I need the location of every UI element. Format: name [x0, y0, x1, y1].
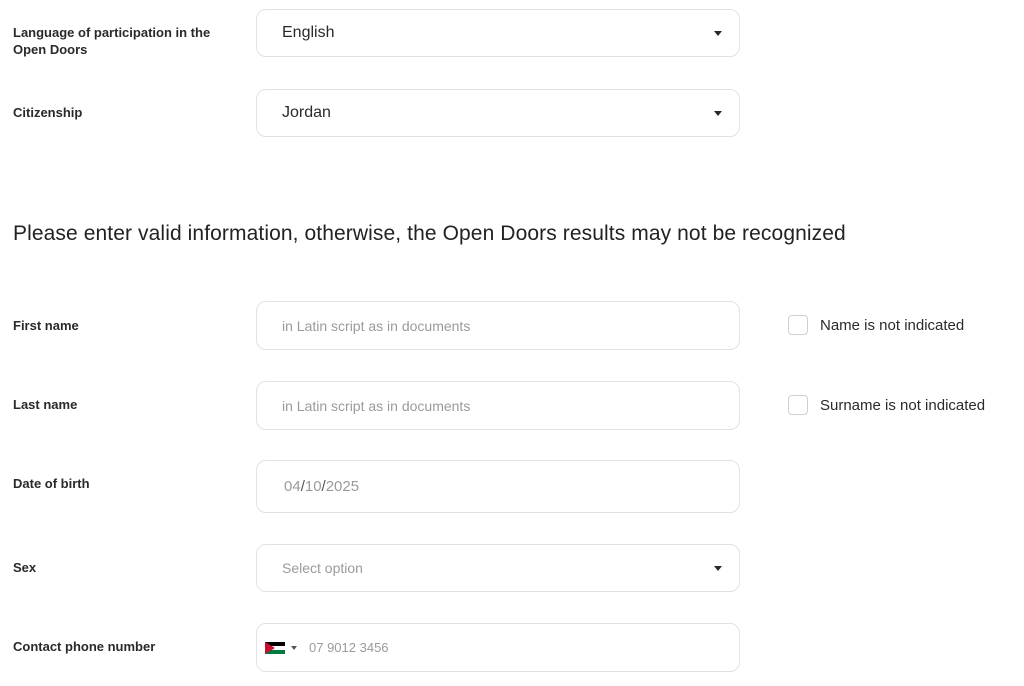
first-name-placeholder: in Latin script as in documents — [282, 317, 471, 334]
validity-notice: Please enter valid information, otherwis… — [13, 222, 846, 245]
phone-input[interactable]: 07 9012 3456 — [256, 623, 740, 672]
phone-placeholder: 07 9012 3456 — [309, 640, 389, 655]
registration-form: Language of participation in the Open Do… — [0, 0, 1024, 686]
sex-label: Sex — [13, 560, 37, 575]
date-day[interactable]: 04 — [284, 478, 301, 495]
date-month[interactable]: 10 — [305, 478, 322, 495]
last-name-label: Last name — [13, 397, 78, 412]
last-name-placeholder: in Latin script as in documents — [282, 397, 471, 414]
country-dropdown-icon[interactable] — [291, 645, 297, 650]
language-select[interactable]: English — [256, 9, 740, 57]
date-of-birth-label: Date of birth — [13, 476, 90, 491]
citizenship-label: Citizenship — [13, 105, 83, 120]
language-label: Language of participation in the Open Do… — [13, 25, 211, 57]
first-name-label: First name — [13, 318, 79, 333]
chevron-down-icon — [714, 111, 722, 116]
citizenship-select[interactable]: Jordan — [256, 89, 740, 137]
date-of-birth-value: 04/10/2025 — [284, 478, 359, 495]
surname-not-indicated-option[interactable]: Surname is not indicated — [788, 395, 985, 415]
last-name-input[interactable]: in Latin script as in documents — [256, 381, 740, 430]
sex-placeholder: Select option — [282, 560, 363, 576]
name-not-indicated-option[interactable]: Name is not indicated — [788, 315, 964, 335]
citizenship-value: Jordan — [282, 104, 331, 121]
phone-label: Contact phone number — [13, 639, 156, 654]
name-not-indicated-label[interactable]: Name is not indicated — [820, 317, 964, 334]
language-value: English — [282, 24, 335, 41]
surname-not-indicated-checkbox[interactable] — [788, 395, 808, 415]
surname-not-indicated-label[interactable]: Surname is not indicated — [820, 397, 985, 414]
chevron-down-icon — [714, 31, 722, 36]
date-year[interactable]: 2025 — [326, 478, 359, 495]
date-of-birth-input[interactable]: 04/10/2025 — [256, 460, 740, 513]
sex-select[interactable]: Select option — [256, 544, 740, 592]
chevron-down-icon — [714, 566, 722, 571]
jordan-flag-icon[interactable] — [265, 641, 285, 654]
name-not-indicated-checkbox[interactable] — [788, 315, 808, 335]
first-name-input[interactable]: in Latin script as in documents — [256, 301, 740, 350]
